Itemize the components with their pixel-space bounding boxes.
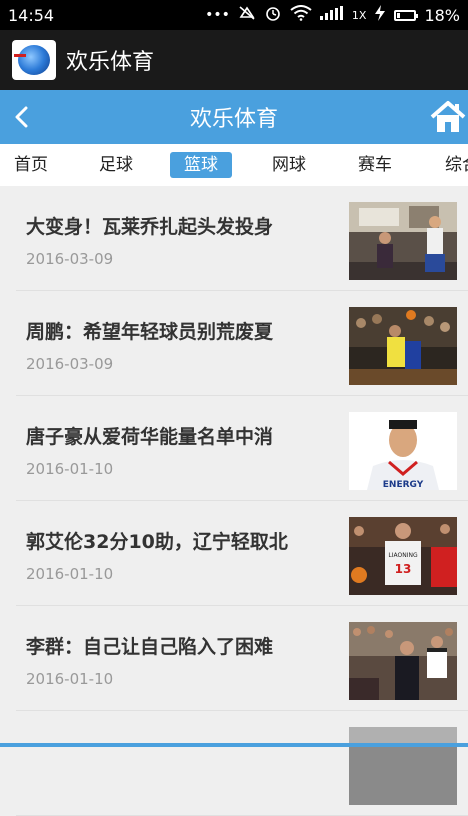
tab-football[interactable]: 足球 <box>85 152 147 178</box>
article-date: 2016-03-09 <box>26 250 114 268</box>
article-title: 周鹏：希望年轻球员别荒废夏 <box>26 321 274 343</box>
article-title: 唐子豪从爱荷华能量名单中消 <box>26 426 274 448</box>
article-thumbnail <box>349 202 457 280</box>
article-thumbnail: ENERGY <box>349 412 457 490</box>
article-title: 李群：自己让自己陷入了困难 <box>26 636 274 658</box>
home-button[interactable] <box>430 100 466 134</box>
signal-icon <box>319 6 344 24</box>
status-bar: 14:54 ••• 1X 18% <box>0 0 468 30</box>
home-icon <box>430 101 466 132</box>
list-item[interactable] <box>16 711 468 816</box>
list-item[interactable]: 周鹏：希望年轻球员别荒废夏 2016-03-09 <box>16 291 468 396</box>
chevron-left-icon <box>15 106 28 128</box>
bottom-strip <box>0 743 468 747</box>
jersey-text: ENERGY <box>383 480 424 490</box>
tab-racing[interactable]: 赛车 <box>344 152 406 178</box>
article-date: 2016-01-10 <box>26 565 114 583</box>
article-thumbnail <box>349 307 457 385</box>
page-header: 欢乐体育 <box>0 90 468 144</box>
article-date: 2016-01-10 <box>26 670 114 688</box>
app-title-bar: 欢乐体育 <box>0 30 468 90</box>
alarm-icon <box>264 4 282 26</box>
mute-icon <box>238 5 256 25</box>
battery-icon <box>394 9 419 21</box>
jersey-text: LIAONING <box>388 552 418 559</box>
article-date: 2016-01-10 <box>26 460 114 478</box>
network-type: 1X <box>351 8 367 22</box>
status-time: 14:54 <box>8 5 55 25</box>
tab-general[interactable]: 综合 <box>431 152 468 178</box>
jersey-number: 13 <box>395 562 412 576</box>
category-tabs: 首页 足球 篮球 网球 赛车 综合 <box>0 144 468 186</box>
charging-icon <box>374 5 386 25</box>
app-title: 欢乐体育 <box>66 50 155 75</box>
article-thumbnail <box>349 622 457 700</box>
list-item[interactable]: 郭艾伦32分10助，辽宁轻取北 2016-01-10 LIAONING 13 <box>16 501 468 606</box>
article-list: 大变身！瓦莱乔扎起头发投身 2016-03-09 周鹏：希望年轻球员别荒废夏 2… <box>16 186 468 816</box>
article-date: 2016-03-09 <box>26 355 114 373</box>
tab-home[interactable]: 首页 <box>0 152 62 178</box>
back-button[interactable] <box>6 102 36 132</box>
wifi-icon <box>290 5 312 25</box>
list-item[interactable]: 大变身！瓦莱乔扎起头发投身 2016-03-09 <box>16 186 468 291</box>
list-item[interactable]: 唐子豪从爱荷华能量名单中消 2016-01-10 ENERGY <box>16 396 468 501</box>
article-title: 大变身！瓦莱乔扎起头发投身 <box>26 216 274 238</box>
list-item[interactable]: 李群：自己让自己陷入了困难 2016-01-10 <box>16 606 468 711</box>
article-title: 郭艾伦32分10助，辽宁轻取北 <box>26 531 288 553</box>
battery-percent: 18% <box>424 5 460 25</box>
dots-icon: ••• <box>205 7 230 23</box>
status-icons: ••• 1X 18% <box>205 4 460 26</box>
article-thumbnail: LIAONING 13 <box>349 517 457 595</box>
page-title: 欢乐体育 <box>189 107 278 132</box>
article-thumbnail <box>349 727 457 805</box>
tab-tennis[interactable]: 网球 <box>258 152 320 178</box>
tab-basketball[interactable]: 篮球 <box>170 152 232 178</box>
soccer-ball-logo-icon <box>12 40 56 80</box>
